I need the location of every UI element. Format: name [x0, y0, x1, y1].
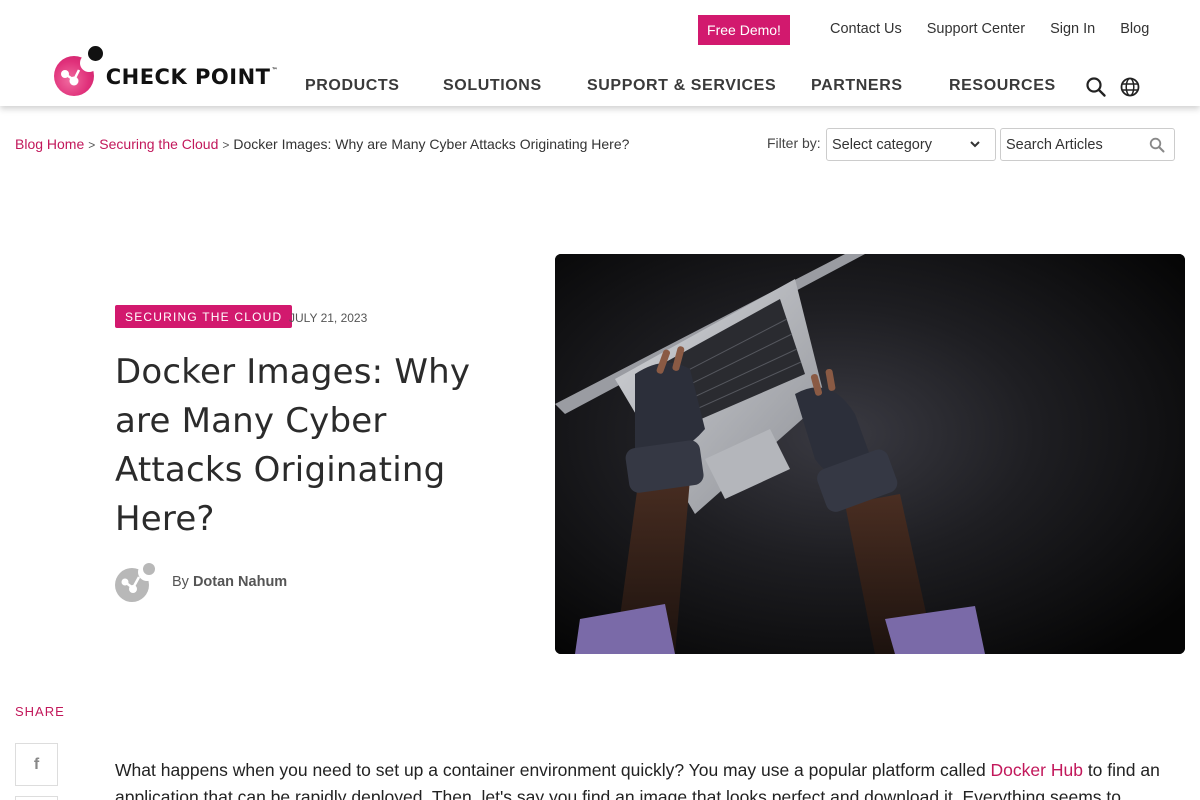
hero-image-illustration	[555, 254, 1185, 654]
breadcrumb-separator: >	[222, 138, 230, 152]
post-date: JULY 21, 2023	[289, 311, 368, 325]
blog-link[interactable]: Blog	[1120, 21, 1149, 37]
docker-hub-link[interactable]: Docker Hub	[991, 760, 1083, 780]
nav-resources[interactable]: RESOURCES	[949, 77, 1056, 95]
article-body: What happens when you need to set up a c…	[115, 757, 1185, 800]
author-name[interactable]: Dotan Nahum	[193, 574, 287, 590]
support-center-link[interactable]: Support Center	[927, 21, 1025, 37]
paragraph-text: to find	[1082, 760, 1136, 780]
logo-mark-icon	[54, 46, 103, 96]
article-paragraph: What happens when you need to set up a c…	[115, 757, 1185, 800]
free-demo-button[interactable]: Free Demo!	[698, 15, 790, 45]
hero-image	[555, 254, 1185, 654]
logo-text: CHECK POINT™	[105, 65, 278, 89]
globe-icon[interactable]	[1119, 76, 1141, 98]
author-avatar	[115, 563, 157, 603]
share-label: SHARE	[15, 704, 65, 719]
search-icon[interactable]	[1149, 137, 1165, 153]
nav-products[interactable]: PRODUCTS	[305, 77, 400, 95]
nav-support-services[interactable]: SUPPORT & SERVICES	[587, 77, 776, 95]
filter-label: Filter by:	[767, 135, 821, 151]
utility-nav: Contact Us Support Center Sign In Blog	[830, 21, 1174, 37]
author-byline: By Dotan Nahum	[172, 574, 287, 590]
facebook-icon: f	[33, 755, 40, 773]
breadcrumb: Blog Home > Securing the Cloud > Docker Imag…	[15, 136, 629, 152]
nav-solutions[interactable]: SOLUTIONS	[443, 77, 542, 95]
nav-partners[interactable]: PARTNERS	[811, 77, 903, 95]
paragraph-text: What happens when you need to set up a c…	[115, 760, 991, 780]
breadcrumb-blog-home[interactable]: Blog Home	[15, 136, 84, 152]
share-next-button[interactable]	[15, 796, 58, 800]
category-badge[interactable]: SECURING THE CLOUD	[115, 305, 293, 328]
search-articles-input[interactable]	[1006, 136, 1146, 153]
author-prefix: By	[172, 574, 189, 590]
sign-in-link[interactable]: Sign In	[1050, 21, 1095, 37]
check-point-logo[interactable]: CHECK POINT™	[54, 46, 278, 96]
search-icon[interactable]	[1085, 76, 1107, 98]
chevron-down-icon	[970, 141, 980, 148]
breadcrumb-separator: >	[88, 138, 96, 152]
site-header: CHECK POINT™ Free Demo! Contact Us Suppo…	[0, 0, 1200, 106]
search-articles-box[interactable]	[1000, 128, 1175, 161]
breadcrumb-current: Docker Images: Why are Many Cyber Attack…	[233, 136, 630, 152]
breadcrumb-securing-the-cloud[interactable]: Securing the Cloud	[99, 136, 218, 152]
category-select[interactable]: Select category	[826, 128, 996, 161]
category-select-value: Select category	[832, 136, 932, 153]
post-title: Docker Images: Why are Many Cyber Attack…	[115, 352, 471, 539]
share-facebook-button[interactable]: f	[15, 743, 58, 786]
contact-us-link[interactable]: Contact Us	[830, 21, 902, 37]
